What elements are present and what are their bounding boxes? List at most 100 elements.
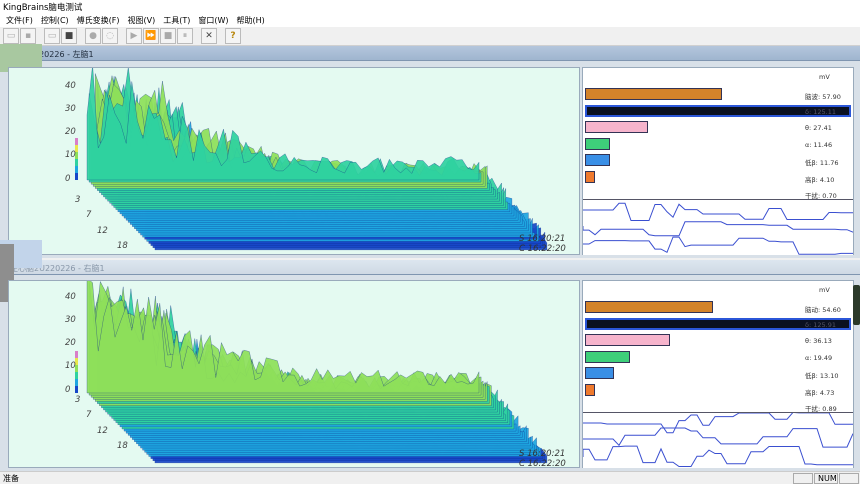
window-title: KingBrains脑电测试 bbox=[0, 0, 860, 13]
band-bars: mV 脑动: 54.60 δ: 125.91 θ: 36.13 α: 19.49 低β:… bbox=[583, 281, 853, 413]
band-value-label: δ: 125.91 bbox=[805, 320, 836, 329]
menu-file[interactable]: 文件(F) bbox=[3, 13, 38, 27]
eeg-waveform bbox=[583, 199, 853, 255]
eeg-trace bbox=[583, 445, 853, 467]
band-bar bbox=[585, 137, 611, 150]
menu-bar: 文件(F) 控制(C) 傅氏变换(F) 视图(V) 工具(T) 窗口(W) 帮助… bbox=[0, 13, 860, 27]
timestamp-current: C 16:22:20 bbox=[519, 244, 566, 254]
eeg-panel-right: 左心脑2U220226 - 右脑1 40 30 20 10 0 3 7 12 1… bbox=[0, 240, 860, 471]
z-tick: 40 bbox=[65, 81, 76, 91]
pause-icon[interactable]: ⏸ bbox=[177, 28, 193, 44]
z-tick: 10 bbox=[65, 361, 76, 371]
band-bar bbox=[585, 301, 713, 313]
band-value-label: 脑动: 54.60 bbox=[805, 306, 841, 314]
band-power-panel: mV 脑波: 57.90 δ: 125.11 θ: 27.41 α: 11.46 低β:… bbox=[582, 67, 854, 255]
band-bar bbox=[585, 88, 722, 100]
z-tick: 0 bbox=[65, 174, 71, 184]
z-tick: 30 bbox=[65, 104, 76, 114]
z-tick: 30 bbox=[65, 315, 76, 325]
spectrum-surface bbox=[75, 68, 548, 251]
spectrum-3d-plot: 40 30 20 10 0 3 7 12 18 S 16:20:21 C 16:… bbox=[8, 280, 580, 468]
z-tick: 40 bbox=[65, 292, 76, 302]
x-tick: 7 bbox=[86, 210, 92, 220]
menu-fourier[interactable]: 傅氏变换(F) bbox=[74, 13, 125, 27]
band-bar bbox=[585, 121, 648, 133]
band-value-label: 低β: 13.10 bbox=[805, 372, 839, 380]
band-bar bbox=[585, 334, 670, 346]
eeg-trace bbox=[583, 236, 853, 255]
save-icon[interactable]: ■ bbox=[61, 28, 77, 44]
fast-forward-icon[interactable]: ⏩ bbox=[143, 28, 159, 44]
band-value-label: 脑波: 57.90 bbox=[805, 93, 841, 101]
x-tick: 7 bbox=[86, 410, 92, 420]
color-scale-segment bbox=[75, 159, 78, 166]
record-icon[interactable]: ● bbox=[85, 28, 101, 44]
color-scale-segment bbox=[75, 166, 78, 173]
band-bar bbox=[585, 154, 611, 166]
band-value-label: θ: 36.13 bbox=[805, 337, 832, 345]
band-value-label: 高β: 4.73 bbox=[805, 388, 835, 397]
status-text: 准备 bbox=[3, 474, 19, 483]
eeg-waveform bbox=[583, 412, 853, 468]
menu-help[interactable]: 帮助(H) bbox=[234, 13, 270, 27]
band-value-label: α: 11.46 bbox=[805, 140, 833, 149]
x-tick: 3 bbox=[75, 195, 81, 205]
menu-tools[interactable]: 工具(T) bbox=[160, 13, 195, 27]
spectrum-3d-plot: 40 30 20 10 0 3 7 12 18 S 16:20:21 C 16:… bbox=[8, 67, 580, 255]
stop-icon[interactable]: ■ bbox=[160, 28, 176, 44]
color-scale-segment bbox=[75, 372, 78, 379]
eeg-trace bbox=[583, 427, 853, 448]
open2-icon[interactable]: ▭ bbox=[44, 28, 60, 44]
open-icon[interactable]: ▭ bbox=[3, 28, 19, 44]
stop-record-icon[interactable]: ◌ bbox=[102, 28, 118, 44]
band-value-label: 高β: 4.10 bbox=[805, 175, 835, 184]
color-scale-segment bbox=[75, 379, 78, 386]
timestamp-current: C 16:22:20 bbox=[519, 459, 566, 468]
menu-view[interactable]: 视图(V) bbox=[125, 13, 161, 27]
panel-title[interactable]: 左心脑2U220226 - 右脑1 bbox=[0, 260, 860, 275]
band-bars: mV 脑波: 57.90 δ: 125.11 θ: 27.41 α: 11.46 低β:… bbox=[583, 68, 853, 200]
close-icon[interactable]: ✕ bbox=[201, 28, 217, 44]
timestamp-start: S 16:20:21 bbox=[519, 449, 566, 459]
band-value-label: 低β: 11.76 bbox=[805, 159, 839, 167]
color-scale-segment bbox=[75, 351, 78, 358]
save-disabled-icon[interactable]: ▪ bbox=[20, 28, 36, 44]
color-scale-segment bbox=[75, 173, 78, 180]
x-tick: 12 bbox=[97, 426, 108, 436]
z-tick: 10 bbox=[65, 150, 76, 160]
play-icon[interactable]: ▶ bbox=[126, 28, 142, 44]
spectrum-surface bbox=[75, 281, 548, 464]
color-scale-segment bbox=[75, 386, 78, 393]
color-scale-segment bbox=[75, 138, 78, 145]
band-power-panel: mV 脑动: 54.60 δ: 125.91 θ: 36.13 α: 19.49 低β:… bbox=[582, 280, 854, 468]
z-tick: 20 bbox=[65, 127, 76, 137]
z-tick: 20 bbox=[65, 338, 76, 348]
eeg-trace bbox=[583, 202, 853, 221]
unit-label: mV bbox=[819, 73, 830, 81]
band-value-label: α: 19.49 bbox=[805, 353, 833, 362]
num-lock-indicator: NUM bbox=[814, 473, 838, 484]
help-icon[interactable]: ? bbox=[225, 28, 241, 44]
menu-control[interactable]: 控制(C) bbox=[38, 13, 74, 27]
band-value-label: δ: 125.11 bbox=[805, 107, 836, 116]
timestamp-start: S 16:20:21 bbox=[519, 234, 566, 244]
status-bar: 准备 NUM bbox=[0, 471, 860, 484]
toolbar: ▭ ▪ ▭ ■ ● ◌ ▶ ⏩ ■ ⏸ ✕ ? bbox=[0, 27, 860, 46]
x-tick: 18 bbox=[117, 241, 128, 251]
unit-label: mV bbox=[819, 286, 830, 294]
splitter-handle[interactable] bbox=[853, 285, 860, 325]
x-tick: 18 bbox=[117, 441, 128, 451]
band-bar bbox=[585, 367, 614, 379]
eeg-trace bbox=[583, 221, 853, 237]
eeg-panel-left: 220226 - 左脑1 40 30 20 10 0 3 7 12 18 S 1… bbox=[0, 44, 860, 258]
z-tick: 0 bbox=[65, 385, 71, 395]
status-pane-blank bbox=[793, 473, 813, 484]
eeg-trace bbox=[583, 413, 853, 434]
band-bar bbox=[585, 170, 595, 183]
panel-title[interactable]: 220226 - 左脑1 bbox=[0, 46, 860, 61]
band-value-label: θ: 27.41 bbox=[805, 124, 832, 132]
x-tick: 12 bbox=[97, 226, 108, 236]
band-bar bbox=[585, 350, 630, 363]
menu-window[interactable]: 窗口(W) bbox=[195, 13, 233, 27]
status-pane-blank bbox=[839, 473, 859, 484]
